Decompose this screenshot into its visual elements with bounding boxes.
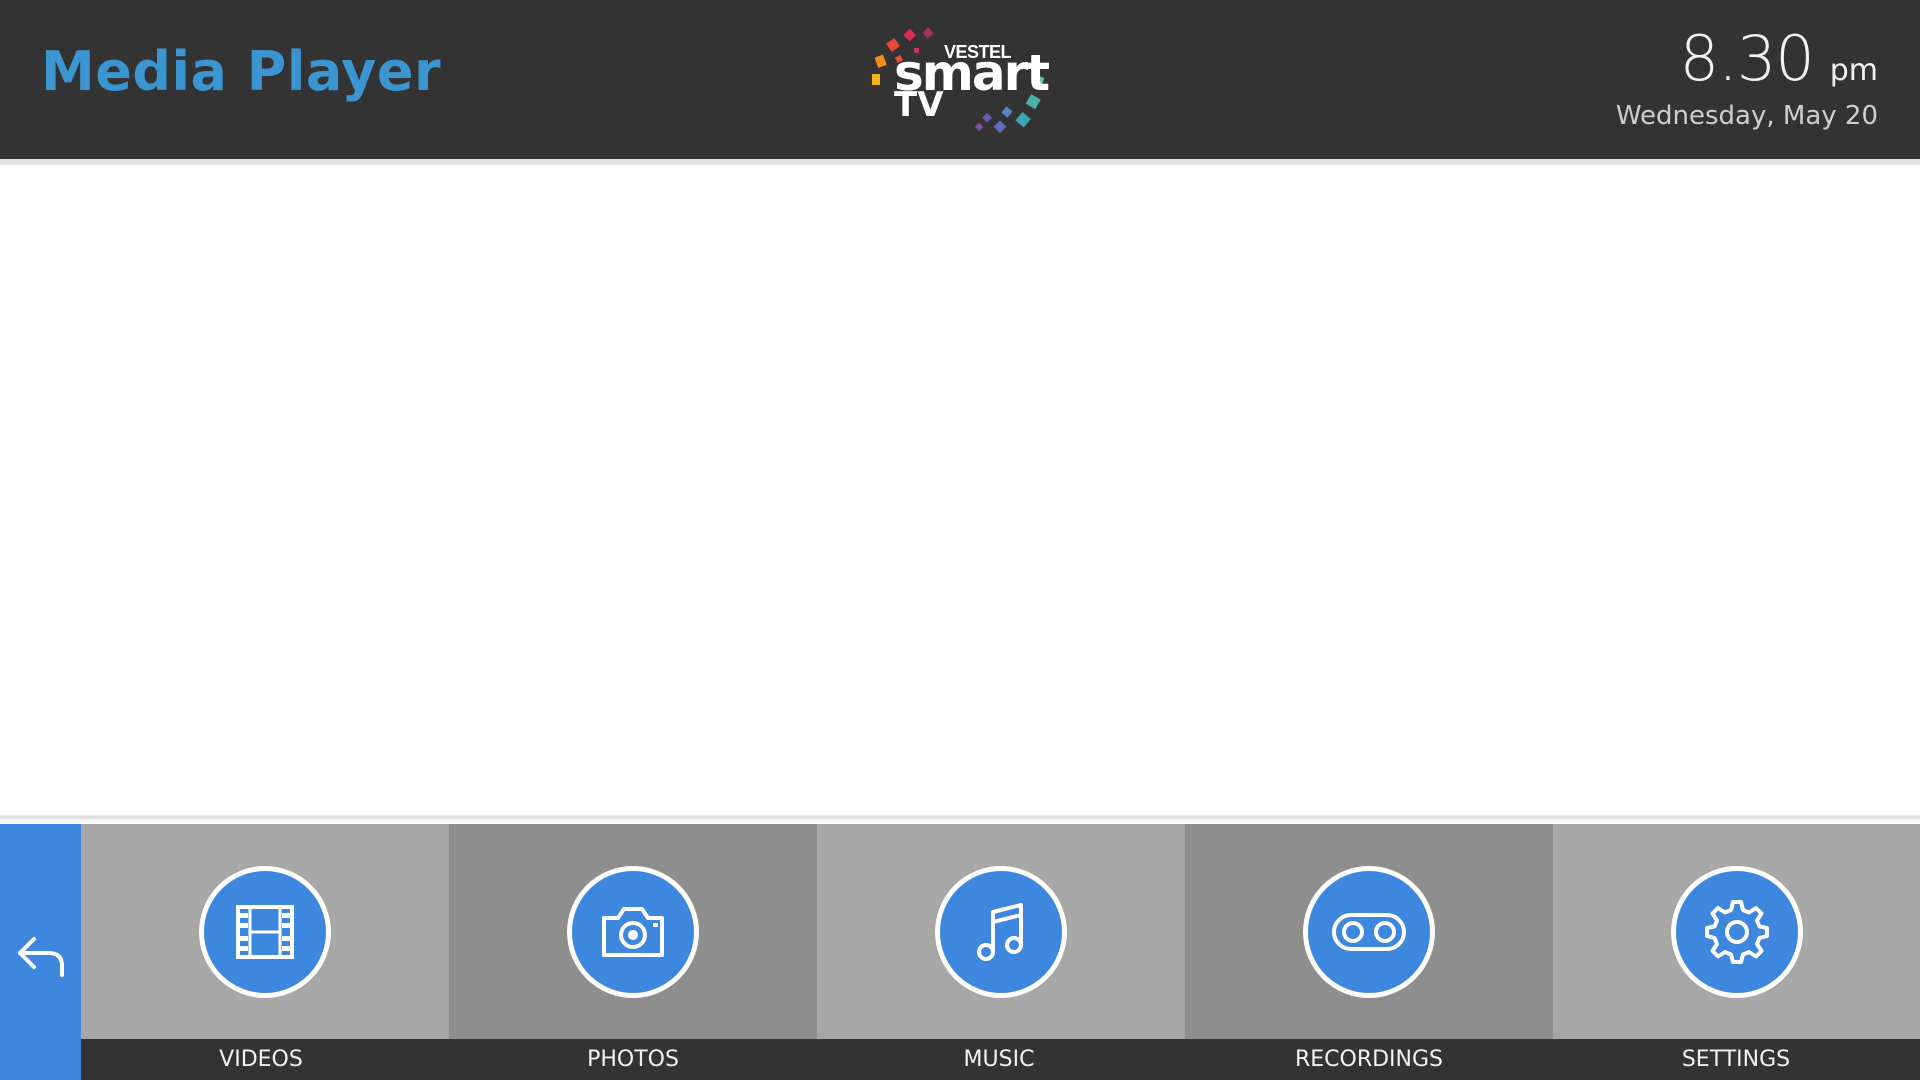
recording-tape-icon bbox=[1332, 913, 1406, 951]
recordings-icon-circle bbox=[1303, 866, 1435, 998]
menu-item-settings-label: SETTINGS bbox=[1681, 1047, 1791, 1072]
vestel-smart-tv-logo: VESTEL smart TV bbox=[868, 26, 1050, 136]
menu-item-music-label: MUSIC bbox=[963, 1047, 1035, 1072]
settings-icon-circle bbox=[1671, 866, 1803, 998]
camera-icon bbox=[602, 907, 664, 957]
menu-item-photos[interactable] bbox=[449, 824, 817, 1039]
music-note-icon bbox=[977, 903, 1023, 961]
page-title: Media Player bbox=[41, 40, 442, 103]
clock: 8.30 pm Wednesday, May 20 bbox=[1616, 22, 1878, 131]
music-icon-circle bbox=[935, 866, 1067, 998]
menu-divider bbox=[0, 814, 1920, 824]
clock-time-row: 8.30 pm bbox=[1616, 22, 1878, 95]
gear-icon bbox=[1705, 900, 1769, 964]
menu-item-recordings[interactable] bbox=[1185, 824, 1553, 1039]
menu-item-settings[interactable] bbox=[1553, 824, 1920, 1039]
logo-tv-text: TV bbox=[894, 85, 944, 125]
menu-item-recordings-label: RECORDINGS bbox=[1294, 1047, 1444, 1072]
videos-icon-circle bbox=[199, 866, 331, 998]
photos-icon-circle bbox=[567, 866, 699, 998]
clock-time: 8.30 bbox=[1679, 22, 1815, 95]
clock-ampm: pm bbox=[1829, 53, 1878, 88]
menu-item-photos-label: PHOTOS bbox=[587, 1047, 679, 1072]
menu-item-music[interactable] bbox=[817, 824, 1185, 1039]
content-area bbox=[0, 165, 1920, 814]
back-button[interactable] bbox=[0, 824, 81, 1080]
header-bar: Media Player VESTEL smart TV 8.30 pm Wedn… bbox=[0, 0, 1920, 159]
film-icon bbox=[236, 905, 294, 959]
clock-date: Wednesday, May 20 bbox=[1615, 101, 1878, 131]
back-arrow-icon bbox=[17, 937, 64, 977]
menu-item-videos[interactable] bbox=[81, 824, 449, 1039]
media-menu: VIDEOS PHOTOS MUSIC RECORDINGS SETTINGS bbox=[0, 824, 1920, 1080]
menu-item-videos-label: VIDEOS bbox=[219, 1047, 303, 1072]
